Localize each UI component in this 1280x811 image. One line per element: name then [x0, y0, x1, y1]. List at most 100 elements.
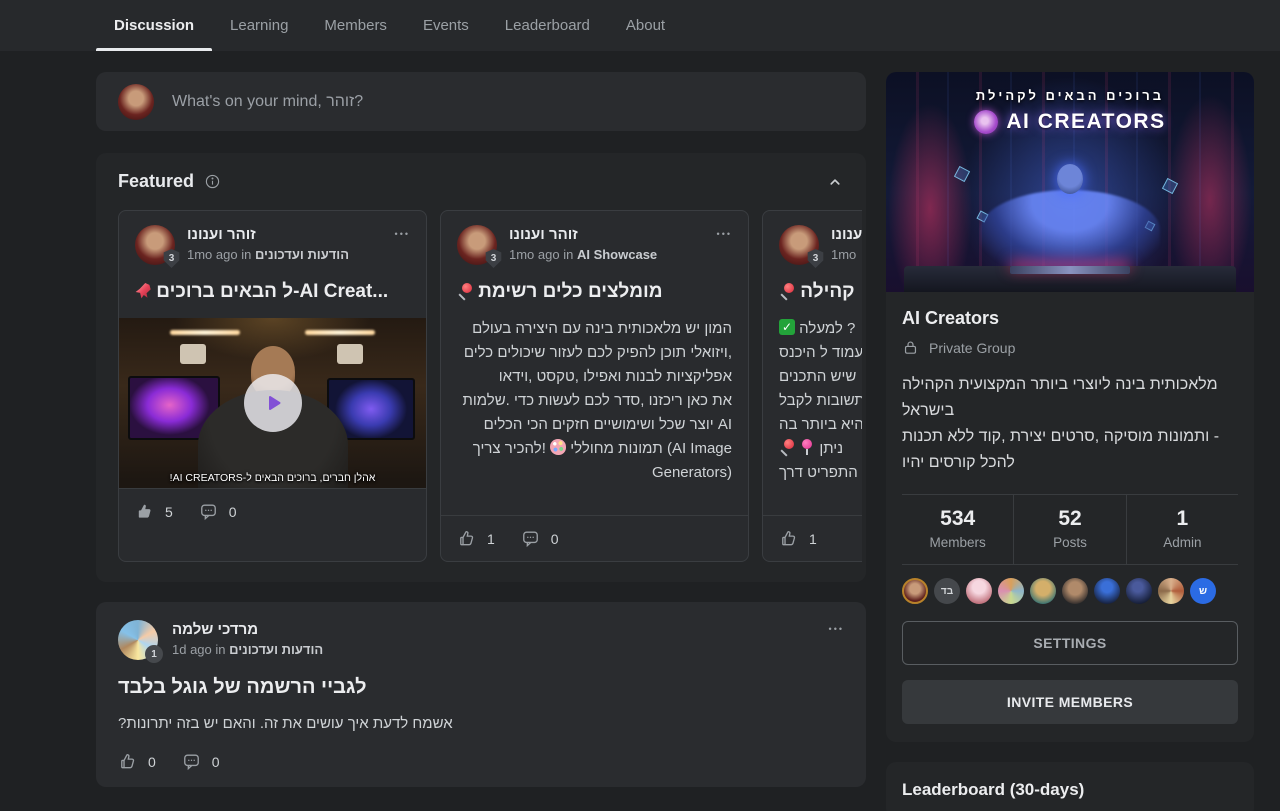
member-avatar[interactable]: [1158, 578, 1184, 604]
space-name[interactable]: AI Showcase: [577, 247, 657, 262]
stat-value: 534: [902, 507, 1013, 531]
author-avatar[interactable]: 3: [457, 225, 497, 265]
member-avatar[interactable]: [1094, 578, 1120, 604]
level-badge: 3: [807, 249, 824, 268]
post-meta: 1mo ago in AI Showcase: [509, 247, 657, 262]
chevron-up-icon[interactable]: [826, 173, 844, 191]
composer-placeholder[interactable]: What's on your mind, זוהר?: [172, 93, 363, 111]
post-body: בעולם היצירה עם בינה מלאכותית יש המון כל…: [457, 317, 732, 515]
member-avatar[interactable]: [966, 578, 992, 604]
like-button[interactable]: 1: [457, 529, 495, 548]
invite-members-button[interactable]: INVITE MEMBERS: [902, 680, 1238, 724]
settings-button[interactable]: SETTINGS: [902, 621, 1238, 665]
leaderboard-card: Leaderboard (30-days): [886, 762, 1254, 811]
feed-post: 1 מרדכי שלמה 1d ago in הודעות ועדכונים •…: [96, 602, 866, 787]
stat-members[interactable]: 534 Members: [902, 495, 1013, 564]
post-title[interactable]: רשימת כלים מומלצים: [457, 279, 732, 305]
post-menu-icon[interactable]: •••: [395, 225, 410, 239]
author-avatar[interactable]: 1: [118, 620, 158, 660]
post-menu-icon[interactable]: •••: [829, 620, 844, 634]
comment-icon: [199, 502, 218, 521]
like-button[interactable]: 5: [135, 502, 173, 521]
tab-about[interactable]: About: [608, 0, 683, 51]
rocket-emoji: [135, 283, 151, 299]
leaderboard-title: Leaderboard (30-days): [902, 780, 1238, 800]
member-avatar[interactable]: ש: [1190, 578, 1216, 604]
privacy-row: Private Group: [902, 339, 1238, 356]
comment-button[interactable]: 0: [182, 752, 220, 771]
play-button[interactable]: [244, 374, 302, 432]
body-line: התכנים שיש: [779, 365, 862, 389]
group-stats: 534 Members 52 Posts 1 Admin: [902, 494, 1238, 565]
like-button[interactable]: 0: [118, 752, 156, 771]
featured-header: Featured: [118, 171, 844, 192]
like-button[interactable]: 1: [779, 529, 817, 548]
group-info-card: ברוכים הבאים לקהילת AI CREATORS AI Creat…: [886, 72, 1254, 742]
stat-posts[interactable]: 52 Posts: [1013, 495, 1125, 564]
post-menu-icon[interactable]: •••: [717, 225, 732, 239]
featured-title: Featured: [118, 171, 194, 192]
member-avatar[interactable]: [1030, 578, 1056, 604]
level-badge: 1: [145, 645, 163, 663]
author-name[interactable]: זוהר וענונו: [509, 225, 657, 244]
level-badge: 3: [163, 249, 180, 268]
post-composer[interactable]: What's on your mind, זוהר?: [96, 72, 866, 131]
featured-card-clipped: 3 זוהר וענונו 1mo קהילה למעלה ? היכנס ל …: [762, 210, 862, 562]
comment-button[interactable]: 0: [521, 529, 559, 548]
cover-figure-head: [1057, 164, 1083, 194]
comment-count: 0: [212, 754, 220, 770]
member-avatar[interactable]: [902, 578, 928, 604]
member-avatar[interactable]: [1062, 578, 1088, 604]
author-name[interactable]: זוהר וענונו: [187, 225, 349, 244]
thumbs-up-icon: [135, 502, 154, 521]
featured-card-header: 3 זוהר וענונו 1mo: [779, 225, 862, 265]
speaker: [337, 344, 363, 364]
cover-welcome-text: ברוכים הבאים לקהילת: [886, 88, 1254, 103]
post-age: 1mo ago in: [187, 247, 251, 262]
tab-discussion[interactable]: Discussion: [96, 0, 212, 51]
stat-label: Members: [902, 535, 1013, 550]
comment-button[interactable]: 0: [199, 502, 237, 521]
author-name[interactable]: מרדכי שלמה: [172, 620, 323, 639]
like-count: 1: [487, 531, 495, 547]
speaker: [180, 344, 206, 364]
stat-label: Posts: [1014, 535, 1125, 550]
member-avatar[interactable]: בד: [934, 578, 960, 604]
info-icon[interactable]: [204, 173, 221, 190]
cover-keyboard: [1010, 266, 1130, 274]
comment-count: 0: [551, 531, 559, 547]
post-age: 1mo: [831, 247, 856, 262]
post-title[interactable]: קהילה: [779, 279, 862, 305]
stat-admins[interactable]: 1 Admin: [1126, 495, 1238, 564]
body-line: ניתן: [779, 437, 862, 461]
author-avatar[interactable]: 3: [779, 225, 819, 265]
like-count: 0: [148, 754, 156, 770]
author-avatar[interactable]: 3: [135, 225, 175, 265]
content-layout: What's on your mind, זוהר? Featured: [0, 51, 1280, 811]
post-title[interactable]: לגביי הרשמה של גוגל בלבד: [118, 676, 844, 699]
rpin-emoji: [799, 439, 815, 455]
post-age: 1mo ago in: [509, 247, 573, 262]
group-info-body: AI Creators Private Group הקהילה המקצועי…: [886, 292, 1254, 742]
pin-emoji: [457, 283, 473, 299]
post-title[interactable]: ברוכים הבאים ל-AI Creat...: [135, 279, 410, 305]
tab-events[interactable]: Events: [405, 0, 487, 51]
post-footer: 1 0: [441, 515, 748, 561]
member-avatar[interactable]: [998, 578, 1024, 604]
post-meta: 1mo: [831, 247, 862, 262]
comment-count: 0: [229, 504, 237, 520]
sidebar: ברוכים הבאים לקהילת AI CREATORS AI Creat…: [886, 72, 1254, 811]
post-body: למעלה ? היכנס ל עמוד התכנים שיש לקבל תשו…: [779, 317, 862, 515]
space-name[interactable]: הודעות ועדכונים: [229, 642, 323, 657]
member-avatar[interactable]: [1126, 578, 1152, 604]
author-name[interactable]: זוהר וענונו: [831, 225, 862, 244]
tab-leaderboard[interactable]: Leaderboard: [487, 0, 608, 51]
video-thumbnail: אהלן חברים, ברוכים הבאים ל-AI CREATORS!: [118, 318, 427, 488]
tab-learning[interactable]: Learning: [212, 0, 306, 51]
stat-value: 52: [1014, 507, 1125, 531]
current-user-avatar: [118, 84, 154, 120]
space-name[interactable]: הודעות ועדכונים: [255, 247, 349, 262]
featured-card-tools: 3 זוהר וענונו 1mo ago in AI Showcase •••…: [440, 210, 749, 562]
tab-members[interactable]: Members: [306, 0, 405, 51]
community-page: Discussion Learning Members Events Leade…: [0, 0, 1280, 811]
